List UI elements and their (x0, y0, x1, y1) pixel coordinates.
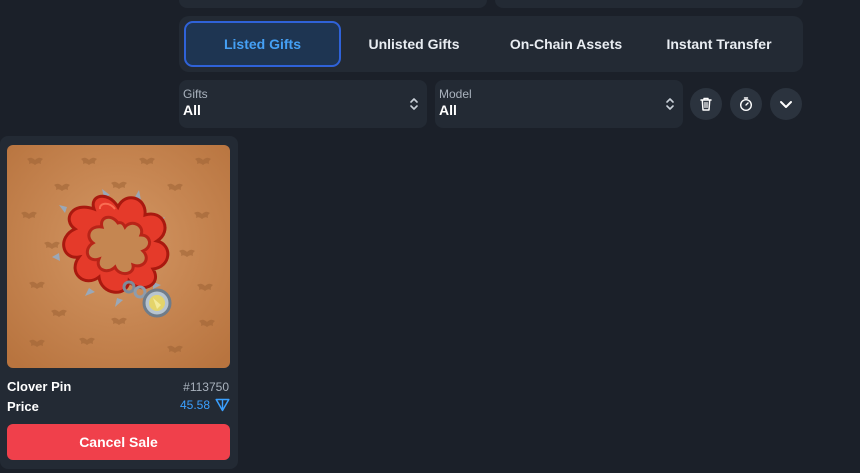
clover-pin-illustration (7, 145, 230, 368)
gift-image[interactable] (7, 145, 230, 368)
top-panel-left (179, 0, 487, 8)
model-filter-label: Model (439, 87, 472, 101)
tab-on-chain-assets[interactable]: On-Chain Assets (487, 21, 645, 67)
gifts-filter-value: All (183, 102, 201, 118)
select-arrows-icon (666, 98, 674, 110)
trash-icon (700, 97, 712, 111)
gift-name: Clover Pin (7, 379, 72, 394)
ton-icon (215, 398, 230, 412)
timer-button[interactable] (730, 88, 762, 120)
expand-button[interactable] (770, 88, 802, 120)
gift-number: #113750 (183, 380, 229, 394)
select-arrows-icon (410, 98, 418, 110)
price-value-group: 45.58 (180, 398, 230, 412)
tab-instant-transfer[interactable]: Instant Transfer (645, 21, 793, 67)
chevron-down-icon (780, 101, 792, 108)
price-label: Price (7, 399, 39, 414)
top-panel-right (495, 0, 803, 8)
cancel-sale-button[interactable]: Cancel Sale (7, 424, 230, 460)
page: Listed Gifts Unlisted Gifts On-Chain Ass… (0, 0, 860, 473)
gifts-filter-label: Gifts (183, 87, 208, 101)
price-value: 45.58 (179, 398, 210, 412)
model-filter-select[interactable]: Model All (435, 80, 683, 128)
gift-card[interactable]: Clover Pin #113750 Price 45.58 Cancel Sa… (0, 136, 238, 469)
gifts-filter-select[interactable]: Gifts All (179, 80, 427, 128)
clear-filters-button[interactable] (690, 88, 722, 120)
timer-icon (739, 97, 753, 112)
tab-listed-gifts[interactable]: Listed Gifts (184, 21, 341, 67)
tab-unlisted-gifts[interactable]: Unlisted Gifts (341, 21, 487, 67)
model-filter-value: All (439, 102, 457, 118)
tab-bar: Listed Gifts Unlisted Gifts On-Chain Ass… (179, 16, 803, 72)
